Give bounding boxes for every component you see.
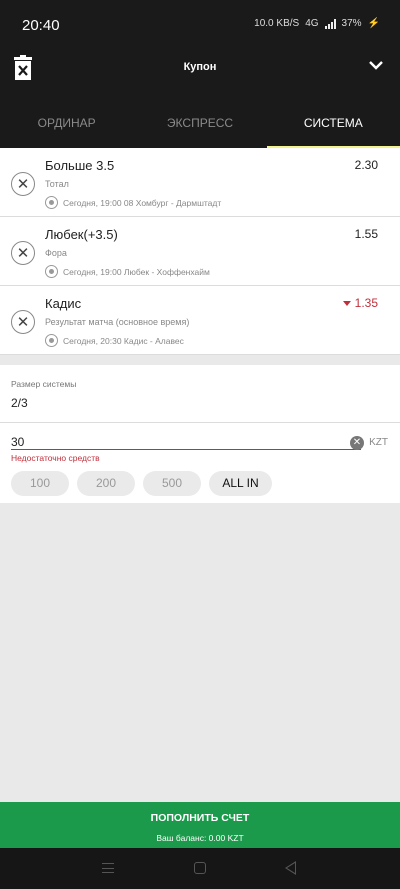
bet-event-text: Сегодня, 20:30 Кадис - Алавес (63, 335, 184, 346)
quick-stake-200[interactable]: 200 (77, 471, 135, 496)
bet-name: Кадис (45, 296, 82, 311)
quick-stake-100[interactable]: 100 (11, 471, 69, 496)
app-header: Купон (0, 50, 400, 100)
system-size-select[interactable]: 2/3 (11, 396, 28, 410)
topup-button[interactable]: ПОПОЛНИТЬ СЧЕТ Ваш баланс: 0.00 KZT (0, 802, 400, 848)
bet-name: Больше 3.5 (45, 158, 115, 173)
home-icon[interactable] (194, 862, 206, 874)
bet-type-tabs: ОРДИНАР ЭКСПРЕСС СИСТЕМА (0, 100, 400, 148)
system-panel: Размер системы 2/3 30 ✕ KZT Недостаточно… (0, 365, 400, 503)
bet-odds: 2.30 (354, 158, 378, 172)
soccer-ball-icon (45, 196, 58, 209)
bet-event-text: Сегодня, 19:00 Любек - Хоффенхайм (63, 266, 210, 277)
balance-text: Ваш баланс: 0.00 KZT (156, 833, 244, 843)
bet-type: Результат матча (основное время) (45, 317, 190, 327)
clear-icon[interactable]: ✕ (350, 436, 364, 450)
coupon-list: ✕ Больше 3.5 2.30 Тотал Сегодня, 19:00 0… (0, 148, 400, 355)
bet-odds: 1.55 (354, 227, 378, 241)
quick-stake-500[interactable]: 500 (143, 471, 201, 496)
close-icon[interactable]: ✕ (11, 241, 35, 265)
bet-odds-value: 1.35 (354, 296, 378, 310)
network-speed: 10.0 KB/S (254, 18, 300, 29)
close-icon[interactable]: ✕ (11, 310, 35, 334)
status-icons: 10.0 KB/S 4G 37% ⚡ (254, 18, 380, 29)
all-in-button[interactable]: ALL IN (209, 471, 272, 496)
close-icon[interactable]: ✕ (11, 172, 35, 196)
bet-odds: 1.35 (342, 296, 378, 310)
odds-down-icon (342, 301, 351, 307)
tab-ordinar[interactable]: ОРДИНАР (0, 100, 133, 148)
system-size-label: Размер системы (11, 379, 77, 389)
signal-icon (324, 18, 336, 29)
soccer-ball-icon (45, 334, 58, 347)
bet-event: Сегодня, 19:00 08 Хомбург - Дармштадт (45, 196, 221, 209)
divider (0, 422, 400, 423)
error-message: Недостаточно средств (11, 453, 100, 463)
status-bar: 20:40 10.0 KB/S 4G 37% ⚡ (0, 0, 400, 50)
bet-type: Тотал (45, 179, 69, 189)
menu-icon[interactable] (102, 863, 114, 873)
bet-event: Сегодня, 20:30 Кадис - Алавес (45, 334, 184, 347)
charging-icon: ⚡ (367, 18, 380, 29)
status-time: 20:40 (22, 17, 60, 34)
bet-name: Любек(+3.5) (45, 227, 118, 242)
soccer-ball-icon (45, 265, 58, 278)
bet-item: ✕ Больше 3.5 2.30 Тотал Сегодня, 19:00 0… (0, 148, 400, 217)
stake-input[interactable]: 30 (11, 435, 24, 449)
currency-label: KZT (369, 437, 388, 448)
page-title: Купон (183, 61, 217, 73)
topup-label: ПОПОЛНИТЬ СЧЕТ (150, 812, 250, 824)
battery-level: 37% (341, 18, 362, 29)
chevron-down-icon[interactable] (368, 59, 384, 71)
back-icon[interactable] (285, 861, 296, 875)
bet-type: Фора (45, 248, 67, 258)
bet-item: ✕ Любек(+3.5) 1.55 Фора Сегодня, 19:00 Л… (0, 217, 400, 286)
bet-item: ✕ Кадис 1.35 Результат матча (основное в… (0, 286, 400, 355)
bet-event: Сегодня, 19:00 Любек - Хоффенхайм (45, 265, 210, 278)
tab-system[interactable]: СИСТЕМА (266, 100, 400, 148)
stake-underline (11, 449, 361, 450)
system-nav-bar (0, 848, 400, 889)
bet-event-text: Сегодня, 19:00 08 Хомбург - Дармштадт (63, 197, 222, 208)
network-type: 4G (305, 18, 319, 29)
tab-express[interactable]: ЭКСПРЕСС (133, 100, 266, 148)
